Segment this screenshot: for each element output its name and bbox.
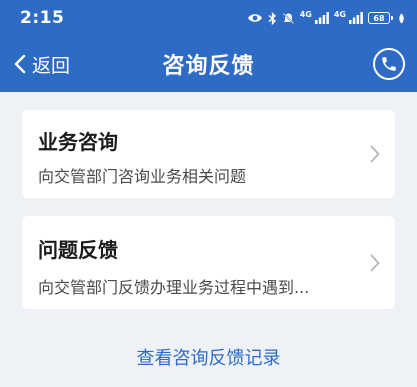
leaf-icon bbox=[398, 11, 405, 25]
network-type: 4G bbox=[333, 9, 346, 19]
feedback-card[interactable]: 问题反馈 向交管部门反馈办理业务过程中遇到... bbox=[22, 216, 395, 309]
card-description: 向交管部门反馈办理业务过程中遇到... bbox=[38, 278, 310, 297]
chevron-right-icon bbox=[369, 253, 381, 273]
chevron-left-icon bbox=[14, 54, 26, 74]
network-type: 4G bbox=[299, 9, 312, 19]
card-title: 业务咨询 bbox=[38, 130, 118, 154]
status-icons: 4G 4G 68 bbox=[247, 9, 405, 25]
card-description: 向交管部门咨询业务相关问题 bbox=[38, 167, 247, 186]
chevron-right-icon bbox=[369, 144, 381, 164]
eye-icon bbox=[247, 11, 263, 25]
phone-icon bbox=[380, 55, 398, 73]
screen: 2:15 4G 4G 68 返回 咨询反馈 业务咨询 向交管部门咨询业务相关问题… bbox=[0, 0, 417, 387]
title-bar: 返回 咨询反馈 bbox=[0, 36, 417, 92]
signal-icon bbox=[314, 11, 329, 25]
back-button[interactable]: 返回 bbox=[14, 36, 70, 92]
mute-icon bbox=[282, 11, 295, 25]
card-title: 问题反馈 bbox=[38, 238, 118, 262]
consult-card[interactable]: 业务咨询 向交管部门咨询业务相关问题 bbox=[22, 110, 395, 198]
status-time: 2:15 bbox=[20, 8, 65, 28]
bluetooth-icon bbox=[268, 11, 277, 25]
back-label: 返回 bbox=[32, 54, 71, 77]
signal-icon bbox=[349, 11, 363, 25]
status-bar: 2:15 4G 4G 68 bbox=[0, 0, 417, 36]
call-button[interactable] bbox=[373, 48, 405, 80]
view-records-link[interactable]: 查看咨询反馈记录 bbox=[0, 344, 417, 370]
battery-icon: 68 bbox=[368, 12, 393, 24]
